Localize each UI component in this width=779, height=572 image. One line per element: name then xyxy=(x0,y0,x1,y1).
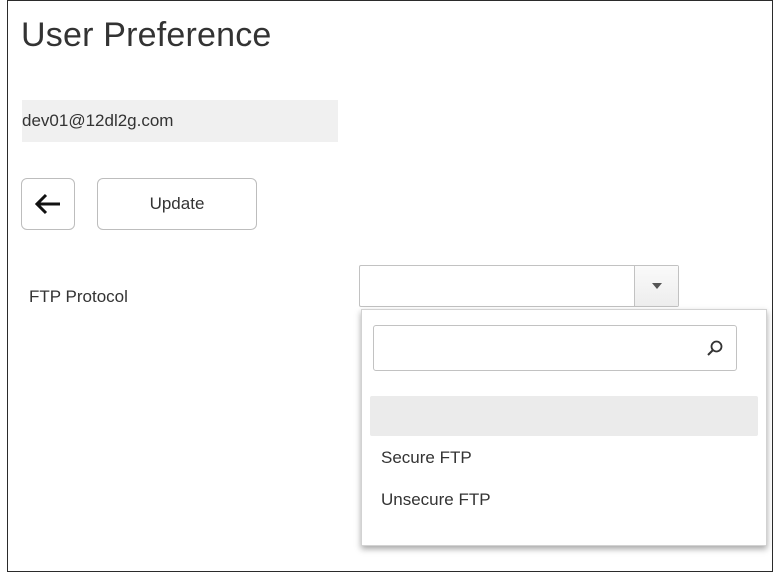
dropdown-option-secure-ftp[interactable]: Secure FTP xyxy=(370,438,758,478)
chevron-down-icon xyxy=(651,283,662,289)
dropdown-option-unsecure-ftp[interactable]: Unsecure FTP xyxy=(370,480,758,520)
dropdown-search-box[interactable] xyxy=(373,325,737,371)
dropdown-search-input[interactable] xyxy=(374,326,694,370)
dropdown-option-empty[interactable] xyxy=(370,396,758,436)
ftp-protocol-select[interactable] xyxy=(359,265,679,307)
ftp-protocol-label: FTP Protocol xyxy=(29,287,128,306)
page-title: User Preference xyxy=(21,16,272,54)
arrow-left-icon xyxy=(34,193,60,215)
preference-panel: User Preference dev01@12dl2g.com Update … xyxy=(7,0,773,572)
dropdown-toggle-button[interactable] xyxy=(634,266,678,306)
search-icon xyxy=(707,340,723,356)
user-email-field: dev01@12dl2g.com xyxy=(22,100,338,142)
back-button[interactable] xyxy=(21,178,75,230)
update-button[interactable]: Update xyxy=(97,178,257,230)
ftp-protocol-dropdown: Secure FTP Unsecure FTP xyxy=(361,309,767,546)
